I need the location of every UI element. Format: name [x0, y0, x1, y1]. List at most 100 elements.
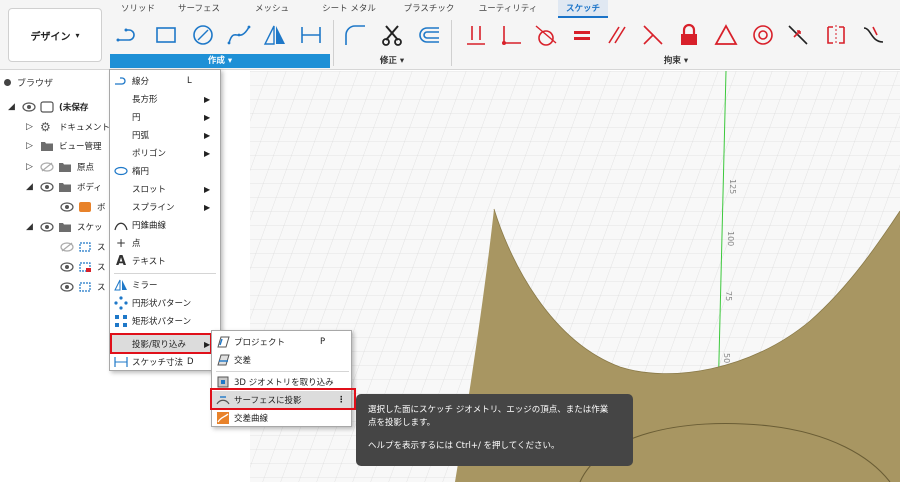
line-tool-icon[interactable] [115, 22, 141, 48]
mirror-icon [113, 277, 129, 293]
eye-hidden-icon[interactable] [60, 242, 74, 252]
menu-item-point[interactable]: + 点 [110, 234, 220, 252]
collapsed-arrow-icon[interactable]: ▷ [26, 162, 36, 172]
curvature-constraint-icon[interactable] [860, 22, 886, 48]
axis-label-125: 125 [728, 179, 737, 194]
menu-item-arc[interactable]: 円弧 ▶ [110, 126, 220, 144]
menu-item-intersection-curve[interactable]: 交差曲線 [212, 409, 351, 427]
menu-separator [216, 371, 349, 372]
tree-row-body[interactable]: ボ [56, 197, 106, 217]
rectangle-tool-icon[interactable] [153, 22, 179, 48]
perpendicular-constraint-icon[interactable] [640, 22, 666, 48]
horizontal-vertical-constraint-icon[interactable] [463, 22, 489, 48]
tree-row-sketch[interactable]: ス [56, 237, 106, 257]
midpoint-triangle-icon[interactable] [713, 22, 739, 48]
tree-row-document-settings[interactable]: ▷ ⚙ ドキュメント [26, 117, 110, 137]
tree-label: ボ [97, 203, 106, 213]
tooltip-help-hint: ヘルプを表示するには Ctrl+/ を押してください。 [368, 441, 560, 451]
menu-item-circle[interactable]: 円 ▶ [110, 108, 220, 126]
concentric-constraint-icon[interactable] [750, 22, 776, 48]
tree-row-sketch[interactable]: ス [56, 277, 106, 297]
menu-item-circular-pattern[interactable]: 円形状パターン [110, 294, 220, 312]
menu-item-label: 交差 [234, 356, 252, 366]
menu-item-conic[interactable]: 円錐曲線 [110, 216, 220, 234]
workspace-label: デザイン [30, 31, 71, 43]
symmetry-constraint-icon[interactable] [823, 22, 849, 48]
fillet-tool-icon[interactable] [342, 22, 368, 48]
eye-icon[interactable] [40, 182, 54, 192]
body-icon [79, 202, 91, 212]
expanded-arrow-icon[interactable]: ◢ [8, 102, 18, 112]
tab-sketch[interactable]: スケッチ [558, 0, 608, 18]
command-tooltip: 選択した面にスケッチ ジオメトリ、エッジの頂点、または作業 点を投影します。 ヘ… [356, 394, 633, 466]
menu-item-slot[interactable]: スロット ▶ [110, 180, 220, 198]
tangent-constraint-icon[interactable] [533, 22, 559, 48]
tab-utility[interactable]: ユーティリティ [473, 0, 543, 18]
tooltip-description-line: 点を投影します。 [368, 418, 436, 428]
intersection-curve-icon [215, 410, 231, 426]
tab-plastic[interactable]: プラスチック [397, 0, 461, 18]
expanded-arrow-icon[interactable]: ◢ [26, 222, 36, 232]
circular-pattern-icon [113, 295, 129, 311]
menu-item-intersect[interactable]: 交差 [212, 351, 351, 369]
create-menu: 線分 L 長方形 ▶ 円 ▶ 円弧 ▶ ポリゴン ▶ 楕円 スロット ▶ スプラ… [109, 69, 221, 371]
constraints-group-dropdown[interactable]: 拘束 ▾ [455, 54, 897, 68]
eye-icon[interactable] [60, 202, 74, 212]
menu-item-line[interactable]: 線分 L [110, 72, 220, 90]
tree-row-root[interactable]: ◢ (未保存 [8, 97, 88, 117]
menu-item-label: 円 [132, 113, 141, 123]
eye-icon[interactable] [40, 222, 54, 232]
tab-mesh[interactable]: メッシュ [247, 0, 297, 18]
collapsed-arrow-icon[interactable]: ▷ [26, 141, 36, 151]
tab-solid[interactable]: ソリッド [113, 0, 163, 18]
menu-item-label: スケッチ寸法 [132, 358, 184, 368]
mirror-tool-icon[interactable] [262, 22, 288, 48]
offset-tool-icon[interactable] [416, 22, 442, 48]
eye-icon[interactable] [60, 282, 74, 292]
collapsed-arrow-icon[interactable]: ▷ [26, 122, 36, 132]
browser-header[interactable]: ブラウザ [0, 74, 53, 90]
tree-label: ビュー管理 [59, 142, 102, 152]
point-icon: + [115, 236, 127, 250]
circle-tool-icon[interactable] [190, 22, 216, 48]
workspace-switcher-button[interactable]: デザイン ▾ [8, 8, 102, 62]
collinear-constraint-icon[interactable] [785, 22, 811, 48]
menu-item-polygon[interactable]: ポリゴン ▶ [110, 144, 220, 162]
tree-row-sketch[interactable]: ス [56, 257, 106, 277]
tree-row-sketches[interactable]: ◢ スケッ [26, 217, 103, 237]
create-group-dropdown[interactable]: 作成 ▾ [110, 54, 330, 68]
menu-item-text[interactable]: A テキスト [110, 252, 220, 270]
tree-row-origin[interactable]: ▷ 原点 [26, 157, 94, 177]
submenu-arrow-icon: ▶ [204, 130, 211, 140]
menu-item-rectangular-pattern[interactable]: 矩形状パターン [110, 312, 220, 330]
menu-item-ellipse[interactable]: 楕円 [110, 162, 220, 180]
menu-item-label: 線分 [132, 77, 150, 87]
eye-icon[interactable] [22, 102, 36, 112]
tree-row-named-views[interactable]: ▷ ビュー管理 [26, 136, 102, 156]
eye-hidden-icon[interactable] [40, 162, 54, 172]
menu-item-sketch-dimension[interactable]: スケッチ寸法 D [110, 353, 220, 371]
folder-icon [59, 163, 71, 172]
collapse-dot-icon[interactable] [4, 78, 11, 86]
spline-tool-icon[interactable] [226, 22, 252, 48]
modify-group-dropdown[interactable]: 修正 ▾ [336, 54, 448, 68]
menu-item-spline[interactable]: スプライン ▶ [110, 198, 220, 216]
shortcut-label: L [187, 76, 192, 86]
fix-lock-icon[interactable] [676, 22, 702, 48]
trim-scissors-icon[interactable] [379, 22, 405, 48]
tree-row-bodies[interactable]: ◢ ボディ [26, 177, 102, 197]
browser-title: ブラウザ [17, 78, 54, 89]
menu-item-project[interactable]: プロジェクト P [212, 333, 351, 351]
menu-item-label: スロット [132, 185, 167, 195]
eye-icon[interactable] [60, 262, 74, 272]
tab-sheet-metal[interactable]: シート メタル [318, 0, 380, 18]
menu-item-rectangle[interactable]: 長方形 ▶ [110, 90, 220, 108]
equal-constraint-icon[interactable] [569, 22, 595, 48]
coincident-constraint-icon[interactable] [498, 22, 524, 48]
tab-surface[interactable]: サーフェス [170, 0, 228, 18]
parallel-constraint-icon[interactable] [604, 22, 630, 48]
dimension-tool-icon[interactable] [298, 22, 324, 48]
menu-item-label: 楕円 [132, 167, 150, 177]
expanded-arrow-icon[interactable]: ◢ [26, 182, 36, 192]
menu-item-mirror[interactable]: ミラー [110, 276, 220, 294]
